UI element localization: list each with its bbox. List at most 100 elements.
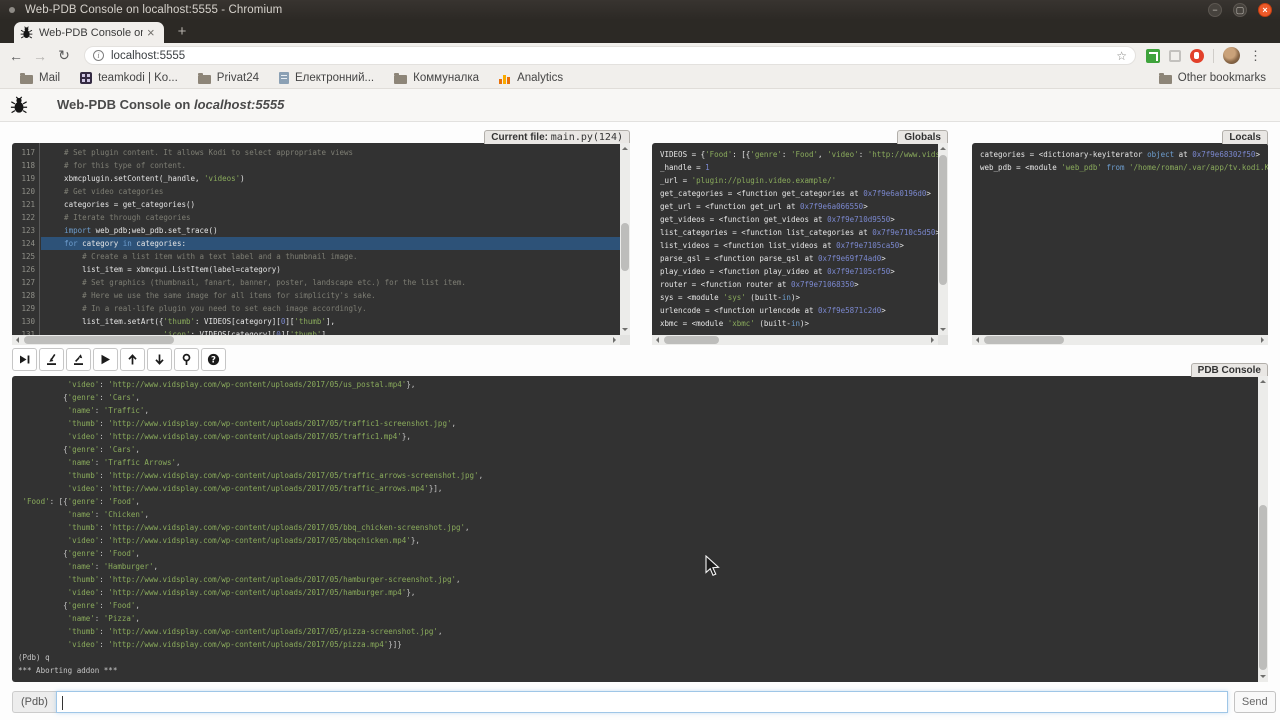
console-output-line: {'genre': 'Cars', <box>18 443 1258 456</box>
help-button[interactable]: ? <box>201 348 226 371</box>
extension-icon-gray[interactable] <box>1169 50 1181 62</box>
step-button[interactable] <box>39 348 64 371</box>
bookmark-item[interactable]: Mail <box>20 72 60 84</box>
code-line: # Get video categories <box>41 185 620 198</box>
bookmark-item[interactable]: Електронний... <box>279 72 374 84</box>
scroll-down-arrow[interactable] <box>1260 675 1266 681</box>
locals-label: Locals <box>1222 130 1268 144</box>
global-variable-line: get_url = <function get_url at 0x7f9e6a0… <box>660 200 938 213</box>
scroll-left-arrow[interactable] <box>973 337 979 343</box>
maximize-button[interactable]: ▢ <box>1233 3 1247 17</box>
svg-text:?: ? <box>211 355 216 365</box>
global-variable-line: xbmc = <module 'xbmc' (built-in)> <box>660 317 938 330</box>
continue-button[interactable] <box>93 348 118 371</box>
scroll-up-arrow[interactable] <box>940 144 946 150</box>
console-output-line: 'name': 'Chicken', <box>18 508 1258 521</box>
bug-favicon <box>20 26 33 39</box>
scroll-left-arrow[interactable] <box>13 337 19 343</box>
global-variable-line: router = <function router at 0x7f9e71068… <box>660 278 938 291</box>
scroll-down-arrow[interactable] <box>622 328 628 334</box>
return-button[interactable] <box>66 348 91 371</box>
console-vertical-scrollbar[interactable] <box>1258 376 1268 682</box>
bookmark-item[interactable]: teamkodi | Ko... <box>80 72 178 84</box>
bookmark-item[interactable]: Privat24 <box>198 72 259 84</box>
globals-panel: Globals VIDEOS = {'Food': [{'genre': 'Fo… <box>652 143 948 345</box>
console-output-line: 'Food': [{'genre': 'Food', <box>18 495 1258 508</box>
close-button[interactable]: × <box>1258 3 1272 17</box>
pdb-prompt-label: (Pdb) <box>12 691 56 713</box>
scroll-right-arrow[interactable] <box>613 337 619 343</box>
up-button[interactable] <box>120 348 145 371</box>
scrollbar-thumb[interactable] <box>939 155 947 285</box>
scrollbar-thumb[interactable] <box>1259 505 1267 670</box>
next-icon <box>18 353 31 366</box>
line-number: 118 <box>12 159 39 172</box>
forward-icon[interactable]: → <box>28 48 52 64</box>
up-icon <box>126 353 139 366</box>
other-bookmarks[interactable]: Other bookmarks <box>1159 72 1266 84</box>
app-indicator-dot <box>9 7 15 13</box>
global-variable-line: list_videos = <function list_videos at 0… <box>660 239 938 252</box>
mouse-cursor <box>705 555 721 577</box>
down-button[interactable] <box>147 348 172 371</box>
console-output-line: 'name': 'Traffic Arrows', <box>18 456 1258 469</box>
code-horizontal-scrollbar[interactable] <box>12 335 620 345</box>
pdb-command-input[interactable] <box>56 691 1228 713</box>
console-output-line: 'name': 'Hamburger', <box>18 560 1258 573</box>
code-line: list_item = xbmcgui.ListItem(label=categ… <box>41 263 620 276</box>
reload-icon[interactable]: ↻ <box>52 47 76 64</box>
scroll-right-arrow[interactable] <box>931 337 937 343</box>
tab-strip: Web-PDB Console on loca × + <box>0 20 1280 43</box>
scrollbar-thumb[interactable] <box>984 336 1064 344</box>
new-tab-button[interactable]: + <box>172 23 192 41</box>
tab-title: Web-PDB Console on loca <box>39 27 143 39</box>
send-button[interactable]: Send <box>1234 691 1276 713</box>
tab-close-icon[interactable]: × <box>147 28 155 38</box>
browser-tab[interactable]: Web-PDB Console on loca × <box>14 22 164 43</box>
code-line: # Here we use the same image for all ite… <box>41 289 620 302</box>
site-info-icon[interactable]: i <box>93 50 104 61</box>
scrollbar-corner <box>620 335 630 345</box>
locals-horizontal-scrollbar[interactable] <box>972 335 1268 345</box>
browser-menu-icon[interactable]: ⋮ <box>1249 48 1262 64</box>
minimize-button[interactable]: − <box>1208 3 1222 17</box>
globals-vertical-scrollbar[interactable] <box>938 143 948 335</box>
bookmark-item[interactable]: Коммуналка <box>394 72 479 84</box>
where-button[interactable] <box>174 348 199 371</box>
global-variable-line: _handle = 1 <box>660 161 938 174</box>
code-vertical-scrollbar[interactable] <box>620 143 630 335</box>
console-lines: 'video': 'http://www.vidsplay.com/wp-con… <box>12 376 1258 682</box>
scroll-down-arrow[interactable] <box>940 328 946 334</box>
back-icon[interactable]: ← <box>4 48 28 64</box>
scroll-up-arrow[interactable] <box>1260 377 1266 383</box>
bookmark-item[interactable]: Analytics <box>499 72 563 84</box>
console-output-line: 'video': 'http://www.vidsplay.com/wp-con… <box>18 586 1258 599</box>
scrollbar-thumb[interactable] <box>24 336 174 344</box>
global-variable-line: _url = 'plugin://plugin.video.example/' <box>660 174 938 187</box>
line-number: 129 <box>12 302 39 315</box>
console-output-line: 'thumb': 'http://www.vidsplay.com/wp-con… <box>18 417 1258 430</box>
step-icon <box>45 353 58 366</box>
console-output-line: {'genre': 'Cars', <box>18 391 1258 404</box>
scroll-left-arrow[interactable] <box>653 337 659 343</box>
console-output-line: (Pdb) q <box>18 651 1258 664</box>
code-line: # Create a list item with a text label a… <box>41 250 620 263</box>
extension-icon-red[interactable] <box>1190 49 1204 63</box>
bookmark-star-icon[interactable]: ☆ <box>1116 49 1127 63</box>
extension-icon-green[interactable] <box>1146 49 1160 63</box>
address-bar[interactable]: i localhost:5555 ☆ <box>84 46 1136 65</box>
help-icon: ? <box>207 353 220 366</box>
scroll-up-arrow[interactable] <box>622 144 628 150</box>
console-output-line: 'video': 'http://www.vidsplay.com/wp-con… <box>18 534 1258 547</box>
profile-avatar[interactable] <box>1223 47 1240 64</box>
scrollbar-thumb[interactable] <box>621 223 629 271</box>
scroll-right-arrow[interactable] <box>1261 337 1267 343</box>
page-title-host: localhost:5555 <box>194 97 284 112</box>
globals-horizontal-scrollbar[interactable] <box>652 335 938 345</box>
scrollbar-thumb[interactable] <box>664 336 719 344</box>
page-header: Web-PDB Console on localhost:5555 <box>0 89 1280 122</box>
next-button[interactable] <box>12 348 37 371</box>
return-icon <box>72 353 85 366</box>
debug-toolbar: ? <box>12 348 226 371</box>
text-caret <box>62 696 63 710</box>
